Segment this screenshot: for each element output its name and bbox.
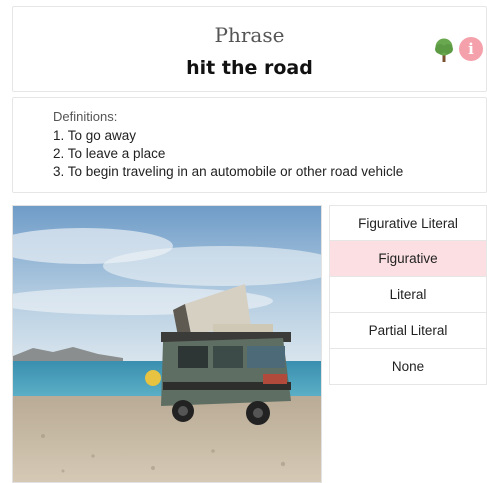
phrase-type-label: Phrase — [214, 23, 285, 47]
phrase-image — [12, 205, 322, 483]
option-literal[interactable]: Literal — [329, 277, 487, 313]
option-figurative[interactable]: Figurative — [329, 241, 487, 277]
definition-item: 1. To go away — [53, 128, 137, 143]
option-figurative-literal[interactable]: Figurative Literal — [329, 205, 487, 241]
definition-item: 2. To leave a place — [53, 146, 166, 161]
phrase-card: Phrase hit the road i — [12, 6, 487, 92]
definitions-card: Definitions: 1. To go away 2. To leave a… — [12, 97, 487, 193]
definition-item: 3. To begin traveling in an automobile o… — [53, 164, 404, 179]
option-partial-literal[interactable]: Partial Literal — [329, 313, 487, 349]
option-none[interactable]: None — [329, 349, 487, 385]
phrase-text: hit the road — [186, 57, 313, 79]
info-icon[interactable]: i — [459, 37, 483, 61]
camper-van-photo — [13, 206, 321, 482]
definitions-title: Definitions: — [53, 109, 118, 124]
tree-icon[interactable] — [433, 37, 455, 63]
answer-options: Figurative Literal Figurative Literal Pa… — [329, 205, 487, 385]
